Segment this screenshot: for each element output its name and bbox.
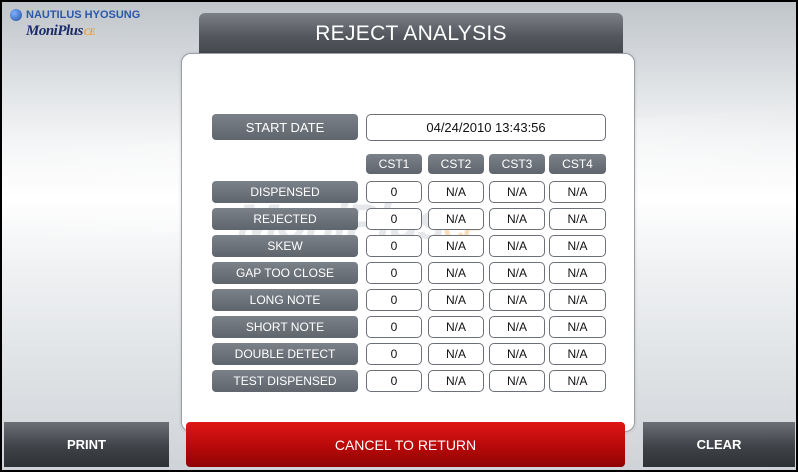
row-label: DISPENSED bbox=[212, 181, 358, 203]
value-cell: N/A bbox=[489, 289, 545, 311]
column-header: CST3 bbox=[489, 154, 545, 174]
value-cell: N/A bbox=[549, 316, 606, 338]
value-cell: N/A bbox=[549, 181, 606, 203]
column-header: CST2 bbox=[428, 154, 484, 174]
page-title: REJECT ANALYSIS bbox=[199, 13, 623, 55]
cancel-to-return-button[interactable]: CANCEL TO RETURN bbox=[186, 422, 625, 467]
value-cell: N/A bbox=[428, 370, 484, 392]
value-cell: N/A bbox=[428, 316, 484, 338]
row-label: TEST DISPENSED bbox=[212, 370, 358, 392]
start-date-label: START DATE bbox=[212, 114, 358, 140]
value-cell: N/A bbox=[489, 235, 545, 257]
value-cell: N/A bbox=[489, 343, 545, 365]
brand-logo: NAUTILUS HYOSUNG MoniPlusCE bbox=[10, 9, 180, 40]
clear-button[interactable]: CLEAR bbox=[643, 422, 795, 467]
value-cell: N/A bbox=[549, 208, 606, 230]
value-cell: N/A bbox=[489, 208, 545, 230]
value-cell: 0 bbox=[366, 262, 422, 284]
brand-bottom-text: MoniPlus bbox=[26, 23, 83, 39]
value-cell: N/A bbox=[549, 370, 606, 392]
value-cell: N/A bbox=[428, 343, 484, 365]
value-cell: N/A bbox=[489, 181, 545, 203]
brand-top-text: NAUTILUS HYOSUNG bbox=[26, 9, 141, 21]
value-cell: N/A bbox=[489, 262, 545, 284]
value-cell: 0 bbox=[366, 289, 422, 311]
value-cell: N/A bbox=[428, 262, 484, 284]
value-cell: N/A bbox=[428, 181, 484, 203]
value-cell: N/A bbox=[489, 316, 545, 338]
start-date-value: 04/24/2010 13:43:56 bbox=[366, 114, 606, 141]
column-header: CST1 bbox=[366, 154, 422, 174]
value-cell: N/A bbox=[549, 235, 606, 257]
value-cell: 0 bbox=[366, 370, 422, 392]
value-cell: N/A bbox=[428, 235, 484, 257]
value-cell: 0 bbox=[366, 343, 422, 365]
row-label: SHORT NOTE bbox=[212, 316, 358, 338]
value-cell: 0 bbox=[366, 181, 422, 203]
value-cell: N/A bbox=[428, 208, 484, 230]
row-label: DOUBLE DETECT bbox=[212, 343, 358, 365]
row-label: GAP TOO CLOSE bbox=[212, 262, 358, 284]
value-cell: 0 bbox=[366, 235, 422, 257]
value-cell: N/A bbox=[549, 262, 606, 284]
value-cell: N/A bbox=[549, 289, 606, 311]
value-cell: 0 bbox=[366, 316, 422, 338]
brand-suffix: CE bbox=[83, 27, 96, 37]
value-cell: 0 bbox=[366, 208, 422, 230]
column-header: CST4 bbox=[549, 154, 606, 174]
value-cell: N/A bbox=[549, 343, 606, 365]
row-label: SKEW bbox=[212, 235, 358, 257]
print-button[interactable]: PRINT bbox=[4, 422, 169, 467]
value-cell: N/A bbox=[428, 289, 484, 311]
row-label: REJECTED bbox=[212, 208, 358, 230]
globe-icon bbox=[10, 9, 22, 21]
row-label: LONG NOTE bbox=[212, 289, 358, 311]
value-cell: N/A bbox=[489, 370, 545, 392]
